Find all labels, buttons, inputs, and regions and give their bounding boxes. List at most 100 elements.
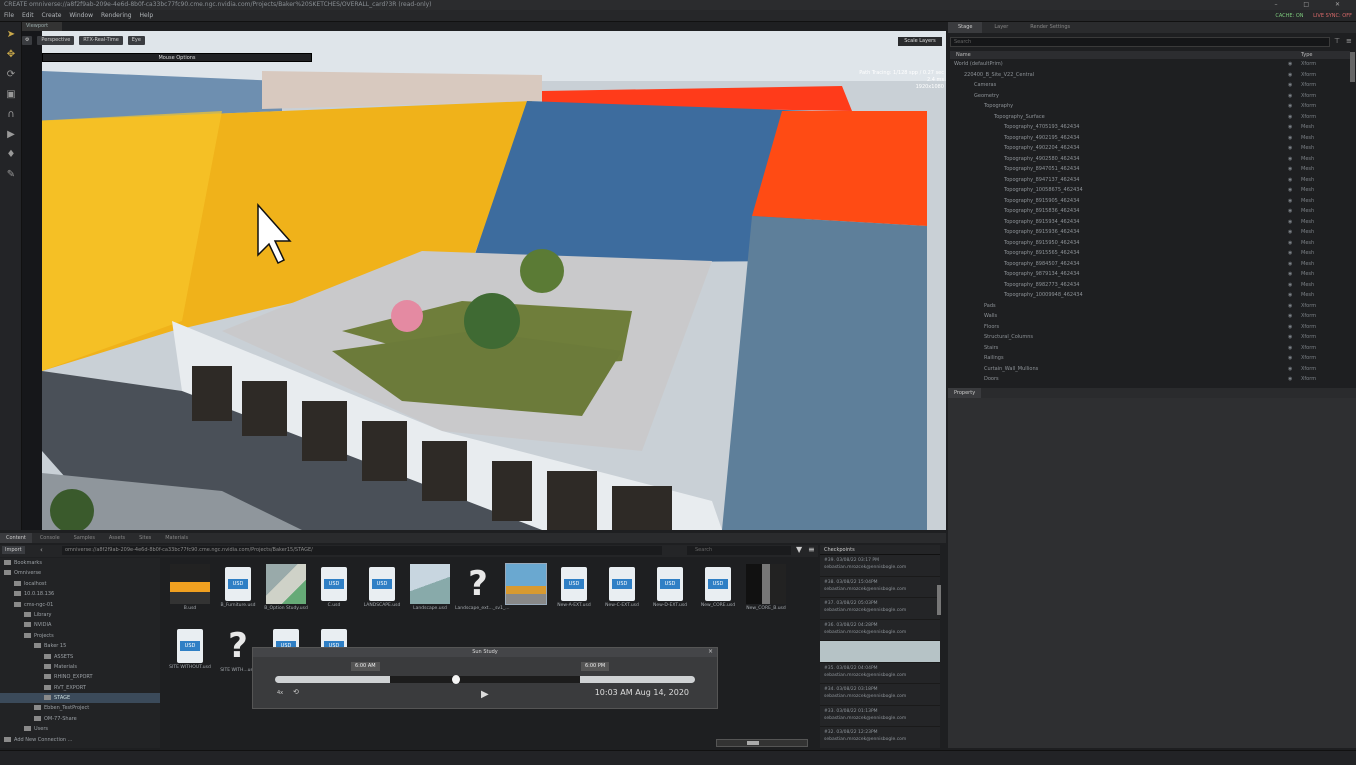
camera-dropdown[interactable]: Perspective	[37, 36, 75, 45]
play-icon[interactable]: ▶	[4, 128, 18, 142]
file-tile[interactable]: LANDSCAPE.usd	[359, 564, 405, 609]
folder-tree-item[interactable]: OM-77-Share	[0, 714, 160, 724]
stage-row[interactable]: Topography_4902195_462434 ◉ Mesh	[950, 133, 1350, 144]
viewport[interactable]	[22, 31, 946, 530]
stage-row[interactable]: Topography_4902204_462434 ◉ Mesh	[950, 143, 1350, 154]
bulb-icon[interactable]: ♦	[4, 148, 18, 162]
folder-tree-item[interactable]: 10.0.18.136	[0, 589, 160, 599]
stage-row[interactable]: World (defaultPrim) ◉ Xform	[950, 59, 1350, 70]
visibility-eye-icon[interactable]: ◉	[1288, 112, 1292, 123]
file-tile[interactable]: New-C-EXT.usd	[599, 564, 645, 609]
paint-icon[interactable]: ✎	[4, 168, 18, 182]
folder-tree-item[interactable]: RHINO_EXPORT	[0, 672, 160, 682]
live-sync-status[interactable]: LIVE SYNC: OFF	[1313, 13, 1352, 19]
tab-layer[interactable]: Layer	[984, 22, 1018, 33]
menu-window[interactable]: Window	[69, 12, 93, 19]
tab-content[interactable]: Content	[0, 533, 32, 543]
visibility-eye-icon[interactable]: ◉	[1288, 311, 1292, 322]
visibility-eye-icon[interactable]: ◉	[1288, 196, 1292, 207]
menu-edit[interactable]: Edit	[22, 12, 34, 19]
file-tile[interactable]: Landscape.usd	[407, 564, 453, 612]
stage-row[interactable]: Topography_8915565_462434 ◉ Mesh	[950, 248, 1350, 259]
stage-row[interactable]: Walls ◉ Xform	[950, 311, 1350, 322]
file-tile[interactable]: New_CORE_B.usd	[743, 564, 789, 612]
stage-row[interactable]: Topography_8915934_462434 ◉ Mesh	[950, 217, 1350, 228]
file-tile[interactable]: C.usd	[311, 564, 357, 609]
visibility-eye-icon[interactable]: ◉	[1288, 322, 1292, 333]
visibility-eye-icon[interactable]: ◉	[1288, 185, 1292, 196]
stage-row[interactable]: Topography_8915950_462434 ◉ Mesh	[950, 238, 1350, 249]
folder-tree-item[interactable]: ASSETS	[0, 652, 160, 662]
visibility-eye-icon[interactable]: ◉	[1288, 364, 1292, 375]
time-slider-handle[interactable]	[451, 675, 460, 684]
visibility-eye-icon[interactable]: ◉	[1288, 206, 1292, 217]
visibility-eye-icon[interactable]: ◉	[1288, 353, 1292, 364]
stage-row[interactable]: Stairs ◉ Xform	[950, 343, 1350, 354]
visibility-eye-icon[interactable]: ◉	[1288, 164, 1292, 175]
checkpoint-item[interactable]: #33. 03/08/22 01:13PM sebastian.mrozcek@e…	[820, 706, 940, 727]
folder-tree-item[interactable]: RVT_EXPORT	[0, 683, 160, 693]
rotate-tool-icon[interactable]: ⟳	[4, 68, 18, 82]
menu-create[interactable]: Create	[42, 12, 62, 19]
stage-row[interactable]: Topography_10009948_462434 ◉ Mesh	[950, 290, 1350, 301]
folder-tree-item[interactable]: NVIDIA	[0, 620, 160, 630]
sunset-label[interactable]: 6:00 PM	[581, 662, 610, 671]
folder-tree-item[interactable]: Bookmarks	[0, 558, 160, 568]
tab-samples[interactable]: Samples	[68, 533, 101, 543]
scroll-thumb[interactable]	[747, 741, 759, 745]
visibility-eye-icon[interactable]: ◉	[1288, 70, 1292, 81]
checkpoint-item[interactable]: #38. 03/08/22 15:04PM sebastian.mrozcek@e…	[820, 577, 940, 598]
stage-row[interactable]: Topography_8984507_462434 ◉ Mesh	[950, 259, 1350, 270]
loop-icon[interactable]: ⟲	[293, 688, 299, 696]
file-tile[interactable]: B.usd	[167, 564, 213, 612]
folder-tree-item[interactable]: STAGE	[0, 693, 160, 704]
list-view-icon[interactable]: ≡	[808, 545, 815, 554]
menu-help[interactable]: Help	[140, 12, 154, 19]
visibility-eye-icon[interactable]: ◉	[1288, 374, 1292, 384]
scale-layers-button[interactable]: Scale Layers	[898, 37, 942, 46]
stage-row[interactable]: Floors ◉ Xform	[950, 322, 1350, 333]
sun-timeline[interactable]	[275, 675, 695, 684]
visibility-eye-icon[interactable]: ◉	[1288, 343, 1292, 354]
renderer-dropdown[interactable]: RTX-Real-Time	[79, 36, 123, 45]
stage-row[interactable]: Structural_Columns ◉ Xform	[950, 332, 1350, 343]
stage-row[interactable]: Topography_8915836_462434 ◉ Mesh	[950, 206, 1350, 217]
stage-row[interactable]: Topography_9879134_462434 ◉ Mesh	[950, 269, 1350, 280]
visibility-eye-icon[interactable]: ◉	[1288, 122, 1292, 133]
menu-file[interactable]: File	[4, 12, 14, 19]
stage-row[interactable]: Topography ◉ Xform	[950, 101, 1350, 112]
tab-materials[interactable]: Materials	[159, 533, 194, 543]
folder-tree-item[interactable]: Add New Connection ...	[0, 735, 160, 745]
stage-row[interactable]: Topography_8947051_462434 ◉ Mesh	[950, 164, 1350, 175]
checkpoint-item[interactable]: #39. 03/08/22 03:17 PM sebastian.mrozcek@…	[820, 555, 940, 577]
visibility-eye-icon[interactable]: ◉	[1288, 332, 1292, 343]
stage-row[interactable]: Topography_4902580_462434 ◉ Mesh	[950, 154, 1350, 165]
stage-row[interactable]: Topography_4705193_462434 ◉ Mesh	[950, 122, 1350, 133]
checkpoint-item[interactable]: #32. 03/08/22 12:23PM sebastian.mrozcek@e…	[820, 727, 940, 748]
select-tool-icon[interactable]: ➤	[4, 28, 18, 42]
folder-tree-item[interactable]: Library	[0, 610, 160, 620]
content-search-input[interactable]: Search	[687, 546, 791, 555]
menu-rendering[interactable]: Rendering	[101, 12, 132, 19]
stage-row[interactable]: Topography_8947137_462434 ◉ Mesh	[950, 175, 1350, 186]
stage-row[interactable]: Geometry ◉ Xform	[950, 91, 1350, 102]
viewport-tab[interactable]: Viewport	[22, 22, 62, 31]
stage-scrollbar[interactable]	[1350, 52, 1355, 82]
checkpoint-item[interactable]: #36. 03/08/22 04:28PM sebastian.mrozcek@e…	[820, 620, 940, 641]
stage-row[interactable]: Pads ◉ Xform	[950, 301, 1350, 312]
visibility-eye-icon[interactable]: ◉	[1288, 143, 1292, 154]
folder-tree-item[interactable]: Users	[0, 724, 160, 734]
stage-row[interactable]: Cameras ◉ Xform	[950, 80, 1350, 91]
visibility-eye-icon[interactable]: ◉	[1288, 280, 1292, 291]
file-tile[interactable]: SITE WITHOUT.usd	[167, 626, 213, 671]
tab-property[interactable]: Property	[948, 388, 982, 398]
stage-search-input[interactable]: Search	[950, 37, 1330, 47]
file-tile[interactable]: New_CORE.usd	[695, 564, 741, 609]
visibility-eye-icon[interactable]: ◉	[1288, 59, 1292, 70]
checkpoint-item[interactable]: #37. 03/08/22 05:03PM sebastian.mrozcek@e…	[820, 598, 940, 620]
mouse-options-panel[interactable]: Mouse Options	[42, 53, 312, 62]
close-icon[interactable]: ×	[708, 648, 713, 655]
tab-render-settings[interactable]: Render Settings	[1020, 22, 1080, 33]
stage-row[interactable]: Topography_10058675_462434 ◉ Mesh	[950, 185, 1350, 196]
filter-icon[interactable]: ▼	[796, 545, 802, 554]
